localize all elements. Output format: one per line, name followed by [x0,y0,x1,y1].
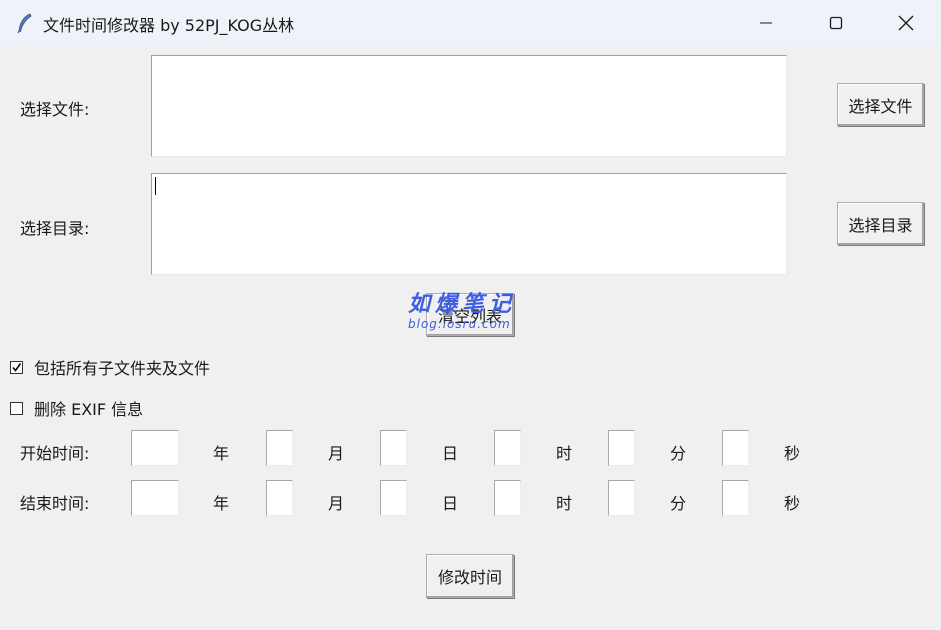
end-hour-input[interactable] [494,480,521,516]
start-year-input[interactable] [131,430,179,466]
modify-time-button[interactable]: 修改时间 [426,554,514,598]
start-second-unit: 秒 [784,444,801,463]
maximize-button[interactable] [801,0,871,46]
end-year-unit: 年 [213,494,230,513]
remove-exif-option[interactable]: 删除 EXIF 信息 [10,396,143,420]
start-day-input[interactable] [380,430,407,466]
start-day-unit: 日 [442,444,459,463]
end-second-unit: 秒 [784,494,801,513]
end-month-unit: 月 [328,494,345,513]
start-month-unit: 月 [328,444,345,463]
file-list-textbox[interactable] [151,55,787,157]
close-icon [898,15,914,31]
file-label: 选择文件: [20,100,90,119]
end-second-input[interactable] [722,480,749,516]
end-minute-input[interactable] [608,480,635,516]
remove-exif-checkbox[interactable] [10,401,23,415]
include-subfolders-option[interactable]: 包括所有子文件夹及文件 [10,355,210,379]
dir-list-textbox[interactable] [151,173,787,275]
start-minute-unit: 分 [670,444,687,463]
select-file-button[interactable]: 选择文件 [837,83,924,126]
close-button[interactable] [871,0,941,46]
select-directory-button[interactable]: 选择目录 [837,202,924,245]
dir-label: 选择目录: [20,219,90,238]
remove-exif-label: 删除 EXIF 信息 [34,400,144,419]
start-month-input[interactable] [266,430,293,466]
checkmark-icon [12,362,22,372]
end-hour-unit: 时 [556,494,573,513]
end-day-input[interactable] [380,480,407,516]
minimize-icon [760,22,772,24]
end-minute-unit: 分 [670,494,687,513]
feather-icon [16,13,34,34]
include-subfolders-checkbox[interactable] [10,360,23,374]
title-bar: 文件时间修改器 by 52PJ_KOG丛林 [0,0,941,46]
start-minute-input[interactable] [608,430,635,466]
end-day-unit: 日 [442,494,459,513]
end-month-input[interactable] [266,480,293,516]
text-caret [155,177,156,195]
window-title: 文件时间修改器 by 52PJ_KOG丛林 [43,16,295,35]
maximize-icon [829,16,843,30]
start-second-input[interactable] [722,430,749,466]
minimize-button[interactable] [731,0,801,46]
clear-list-button[interactable]: 清空列表 [426,293,514,336]
end-time-label: 结束时间: [20,494,90,513]
end-year-input[interactable] [131,480,179,516]
start-hour-unit: 时 [556,444,573,463]
include-subfolders-label: 包括所有子文件夹及文件 [34,359,211,378]
start-time-label: 开始时间: [20,444,90,463]
start-hour-input[interactable] [494,430,521,466]
start-year-unit: 年 [213,444,230,463]
